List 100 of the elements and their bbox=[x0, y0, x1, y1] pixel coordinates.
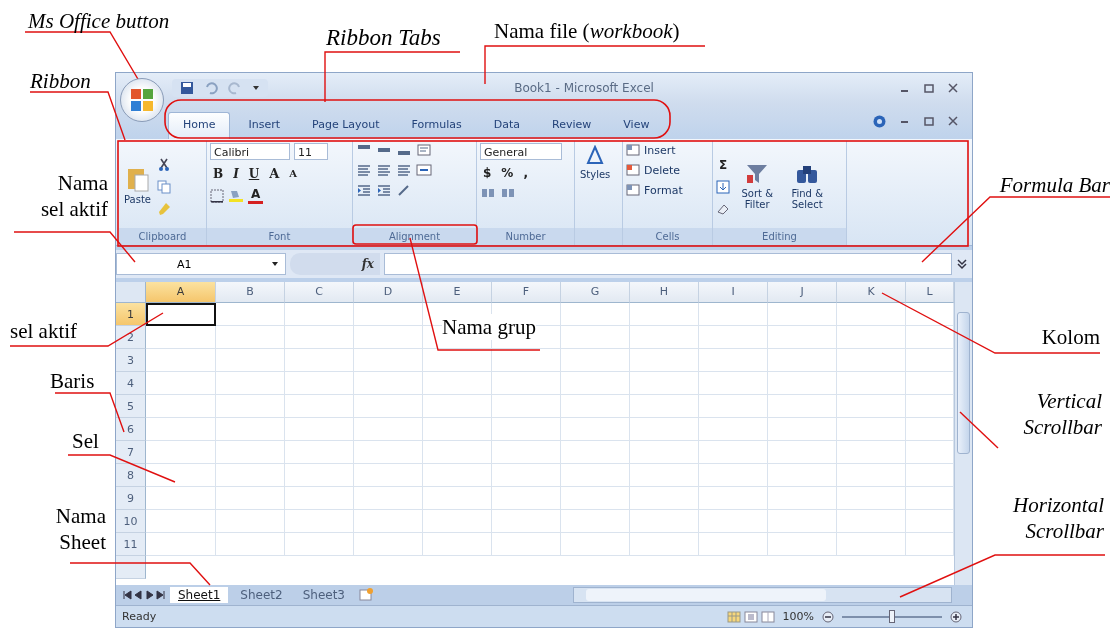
row-header[interactable]: 9 bbox=[116, 487, 146, 510]
maximize-icon[interactable] bbox=[924, 83, 934, 93]
sheet-tab[interactable]: Sheet1 bbox=[170, 587, 229, 603]
row-header[interactable]: 4 bbox=[116, 372, 146, 395]
sheet-navigation-icon[interactable] bbox=[122, 590, 166, 600]
paste-button[interactable]: Paste bbox=[122, 164, 153, 207]
table-cell bbox=[630, 303, 699, 326]
sheet-tab[interactable]: Sheet3 bbox=[294, 587, 353, 603]
annotation-label: Nama sel aktif bbox=[39, 170, 108, 223]
zoom-out-icon[interactable] bbox=[822, 610, 834, 623]
merge-icon[interactable] bbox=[416, 163, 432, 177]
number-format-button[interactable]: % bbox=[498, 166, 517, 180]
table-cell bbox=[354, 487, 423, 510]
font-color-button[interactable]: A bbox=[248, 187, 264, 204]
help-icon[interactable] bbox=[873, 114, 886, 128]
row-header[interactable]: 7 bbox=[116, 441, 146, 464]
table-cell bbox=[768, 418, 837, 441]
cells-button[interactable]: Insert bbox=[626, 143, 709, 157]
save-icon[interactable] bbox=[180, 81, 194, 95]
annotation-label: Ms Office button bbox=[28, 8, 171, 35]
table-cell bbox=[561, 510, 630, 533]
border-icon[interactable] bbox=[210, 188, 224, 203]
annotation-label: Nama grup bbox=[442, 314, 536, 341]
bold-button[interactable]: B bbox=[210, 166, 227, 181]
column-header[interactable]: F bbox=[492, 282, 561, 303]
fill-color-icon[interactable] bbox=[228, 188, 244, 203]
italic-button[interactable]: I bbox=[230, 166, 242, 181]
underline-button[interactable]: U bbox=[245, 166, 263, 181]
fill-icon[interactable] bbox=[716, 179, 730, 194]
ribbon-tab[interactable]: Home bbox=[168, 112, 231, 139]
column-header[interactable]: L bbox=[906, 282, 954, 303]
table-cell bbox=[561, 372, 630, 395]
number-format-field[interactable]: General bbox=[480, 143, 562, 160]
cells-button[interactable]: Format bbox=[626, 183, 709, 197]
row-header[interactable]: 10 bbox=[116, 510, 146, 533]
row-header[interactable]: 8 bbox=[116, 464, 146, 487]
table-cell bbox=[285, 303, 354, 326]
insert-function-button[interactable]: fx bbox=[361, 257, 374, 271]
ribbon-tab[interactable]: Page Layout bbox=[298, 113, 394, 139]
row-header bbox=[116, 556, 146, 579]
column-header[interactable]: K bbox=[837, 282, 906, 303]
column-header[interactable]: E bbox=[423, 282, 492, 303]
column-header[interactable]: G bbox=[561, 282, 630, 303]
align-icon[interactable] bbox=[356, 163, 372, 177]
formula-input[interactable] bbox=[384, 253, 952, 275]
styles-button[interactable]: Styles bbox=[578, 143, 613, 228]
ribbon-tab[interactable]: Insert bbox=[234, 113, 295, 139]
restore-icon[interactable] bbox=[924, 116, 934, 126]
horizontal-scrollbar[interactable] bbox=[573, 587, 952, 603]
number-format-button[interactable]: , bbox=[520, 166, 531, 180]
align-icon[interactable] bbox=[396, 163, 412, 177]
name-box[interactable]: A1 bbox=[116, 253, 286, 275]
row-header[interactable]: 6 bbox=[116, 418, 146, 441]
row-header[interactable]: 3 bbox=[116, 349, 146, 372]
expand-icon[interactable] bbox=[956, 257, 968, 271]
row-header[interactable]: 11 bbox=[116, 533, 146, 556]
ribbon-tab[interactable]: Formulas bbox=[397, 113, 476, 139]
font-size-button[interactable]: A bbox=[266, 166, 283, 181]
decimal-icon[interactable] bbox=[500, 186, 516, 200]
row-header[interactable]: 1 bbox=[116, 303, 146, 326]
column-header[interactable]: D bbox=[354, 282, 423, 303]
font-size-field[interactable]: 11 bbox=[294, 143, 328, 160]
column-header[interactable]: H bbox=[630, 282, 699, 303]
dropdown-icon bbox=[271, 260, 279, 268]
vertical-scrollbar[interactable] bbox=[954, 282, 972, 585]
close-icon[interactable] bbox=[948, 83, 958, 93]
zoom-slider-thumb[interactable] bbox=[889, 609, 895, 623]
row-header[interactable]: 5 bbox=[116, 395, 146, 418]
ribbon-tab[interactable]: Data bbox=[479, 113, 535, 139]
table-cell bbox=[699, 303, 768, 326]
font-size-button[interactable]: A bbox=[286, 168, 301, 179]
column-header[interactable]: C bbox=[285, 282, 354, 303]
ribbon-tab[interactable]: Review bbox=[538, 113, 606, 139]
editing-button[interactable]: Find & Select bbox=[784, 159, 831, 212]
editing-button[interactable]: Sort & Filter bbox=[734, 159, 781, 212]
column-header[interactable]: A bbox=[146, 282, 216, 303]
number-format-button[interactable]: $ bbox=[480, 166, 495, 180]
indent-icon[interactable] bbox=[356, 183, 372, 197]
cells-icon bbox=[626, 163, 640, 177]
cells-button[interactable]: Delete bbox=[626, 163, 709, 177]
zoom-in-icon[interactable] bbox=[950, 610, 962, 623]
dropdown-icon[interactable] bbox=[252, 84, 260, 92]
sheet-tab[interactable]: Sheet2 bbox=[232, 587, 291, 603]
table-cell bbox=[216, 418, 285, 441]
cut-icon[interactable] bbox=[157, 157, 171, 172]
copy-icon[interactable] bbox=[157, 179, 171, 194]
align-icon[interactable] bbox=[376, 163, 392, 177]
indent-icon[interactable] bbox=[376, 183, 392, 197]
ribbon-tab[interactable]: View bbox=[609, 113, 664, 139]
row-header[interactable]: 2 bbox=[116, 326, 146, 349]
decimal-icon[interactable] bbox=[480, 186, 496, 200]
table-cell bbox=[146, 487, 216, 510]
column-header[interactable]: J bbox=[768, 282, 837, 303]
close-icon[interactable] bbox=[948, 116, 958, 126]
zoom-level[interactable]: 100% bbox=[782, 610, 814, 623]
column-header[interactable]: I bbox=[699, 282, 768, 303]
orientation-icon[interactable] bbox=[396, 183, 412, 197]
autosum-button[interactable]: Σ bbox=[716, 157, 731, 172]
font-name-field[interactable]: Calibri bbox=[210, 143, 290, 160]
column-header[interactable]: B bbox=[216, 282, 285, 303]
